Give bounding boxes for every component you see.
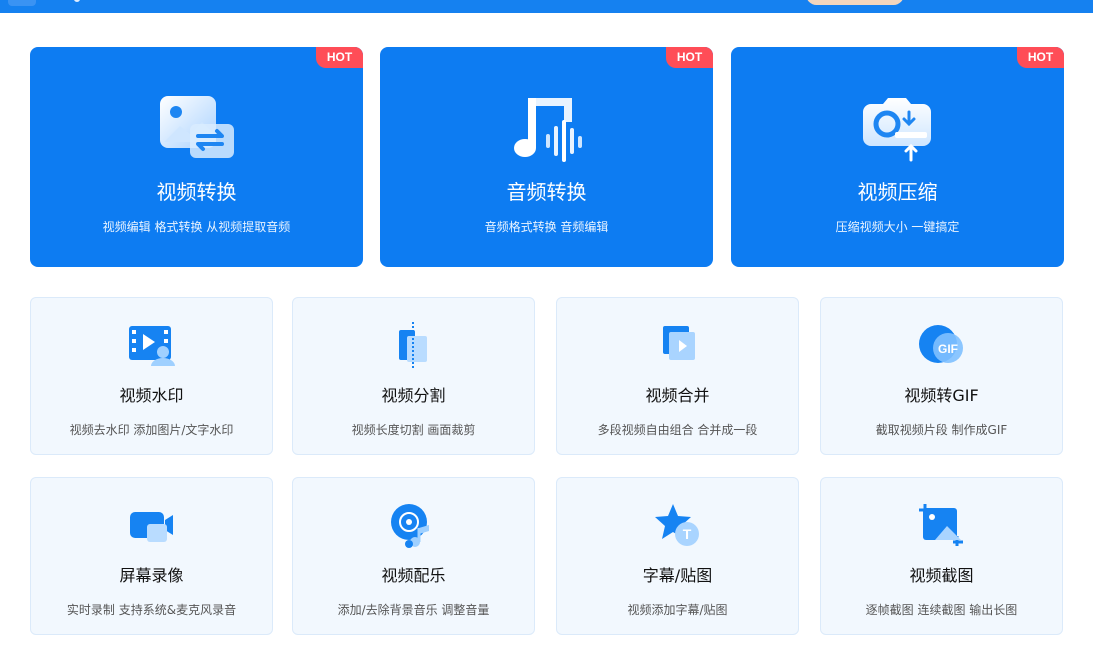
app-logo-icon[interactable] xyxy=(8,0,36,6)
card-subtitle: 截取视频片段 制作成GIF xyxy=(875,423,1008,437)
card-subtitle: 视频长度切割 画面裁剪 xyxy=(351,423,476,437)
hot-badge: HOT xyxy=(316,47,363,68)
audio-convert-card[interactable]: HOT 音频转换 音频格式转换 音频编辑 xyxy=(380,47,713,267)
gif-card[interactable]: GIF 视频转GIF 截取视频片段 制作成GIF xyxy=(820,297,1063,455)
card-title: 视频水印 xyxy=(119,386,184,405)
gif-icon: GIF xyxy=(919,325,963,363)
subtitle-sticker-icon: T xyxy=(655,504,699,546)
card-title: 视频转换 xyxy=(156,180,237,204)
card-title: 字幕/贴图 xyxy=(642,566,713,585)
gif-label: GIF xyxy=(938,342,958,356)
card-title: 视频截图 xyxy=(909,566,974,585)
video-compress-card[interactable]: HOT 视频压缩 压缩视频大小 一键搞定 xyxy=(731,47,1064,267)
video-compress-icon xyxy=(863,98,931,162)
screenshot-card[interactable]: 视频截图 逐帧截图 连续截图 输出长图 xyxy=(820,477,1063,635)
logo-mark xyxy=(74,0,80,2)
card-subtitle: 逐帧截图 连续截图 输出长图 xyxy=(865,603,1018,617)
card-subtitle: 视频添加字幕/贴图 xyxy=(627,603,728,617)
split-icon xyxy=(399,322,427,368)
music-disc-icon xyxy=(391,504,429,548)
header-action-button[interactable] xyxy=(806,0,904,5)
card-subtitle: 压缩视频大小 一键搞定 xyxy=(835,220,960,234)
merge-card[interactable]: 视频合并 多段视频自由组合 合并成一段 xyxy=(556,297,799,455)
card-title: 音频转换 xyxy=(506,180,587,204)
card-title: 视频合并 xyxy=(645,386,710,405)
card-subtitle: 添加/去除背景音乐 调整音量 xyxy=(337,603,490,617)
screenshot-icon xyxy=(919,504,963,546)
card-subtitle: 视频去水印 添加图片/文字水印 xyxy=(69,423,234,437)
subtitle-card[interactable]: T 字幕/贴图 视频添加字幕/贴图 xyxy=(556,477,799,635)
music-card[interactable]: 视频配乐 添加/去除背景音乐 调整音量 xyxy=(292,477,535,635)
video-convert-icon xyxy=(160,96,234,158)
screen-record-icon xyxy=(130,512,173,542)
card-title: 屏幕录像 xyxy=(119,566,184,585)
card-title: 视频配乐 xyxy=(381,566,446,585)
card-title: 视频转GIF xyxy=(904,386,979,405)
audio-convert-icon xyxy=(514,98,582,162)
watermark-icon xyxy=(129,326,175,366)
split-card[interactable]: 视频分割 视频长度切割 画面裁剪 xyxy=(292,297,535,455)
video-convert-card[interactable]: HOT 视频转换 视频编辑 格式转换 从视频提取音频 xyxy=(30,47,363,267)
card-subtitle: 多段视频自由组合 合并成一段 xyxy=(597,423,758,437)
card-subtitle: 实时录制 支持系统&麦克风录音 xyxy=(66,603,237,617)
card-subtitle: 视频编辑 格式转换 从视频提取音频 xyxy=(102,220,291,234)
top-navbar xyxy=(0,0,1093,13)
card-title: 视频分割 xyxy=(381,386,446,405)
merge-icon xyxy=(663,326,695,360)
card-subtitle: 音频格式转换 音频编辑 xyxy=(484,220,609,234)
card-title: 视频压缩 xyxy=(857,180,938,204)
watermark-card[interactable]: 视频水印 视频去水印 添加图片/文字水印 xyxy=(30,297,273,455)
screen-record-card[interactable]: 屏幕录像 实时录制 支持系统&麦克风录音 xyxy=(30,477,273,635)
hot-badge: HOT xyxy=(666,47,713,68)
hot-badge: HOT xyxy=(1017,47,1064,68)
t-label: T xyxy=(683,526,692,542)
